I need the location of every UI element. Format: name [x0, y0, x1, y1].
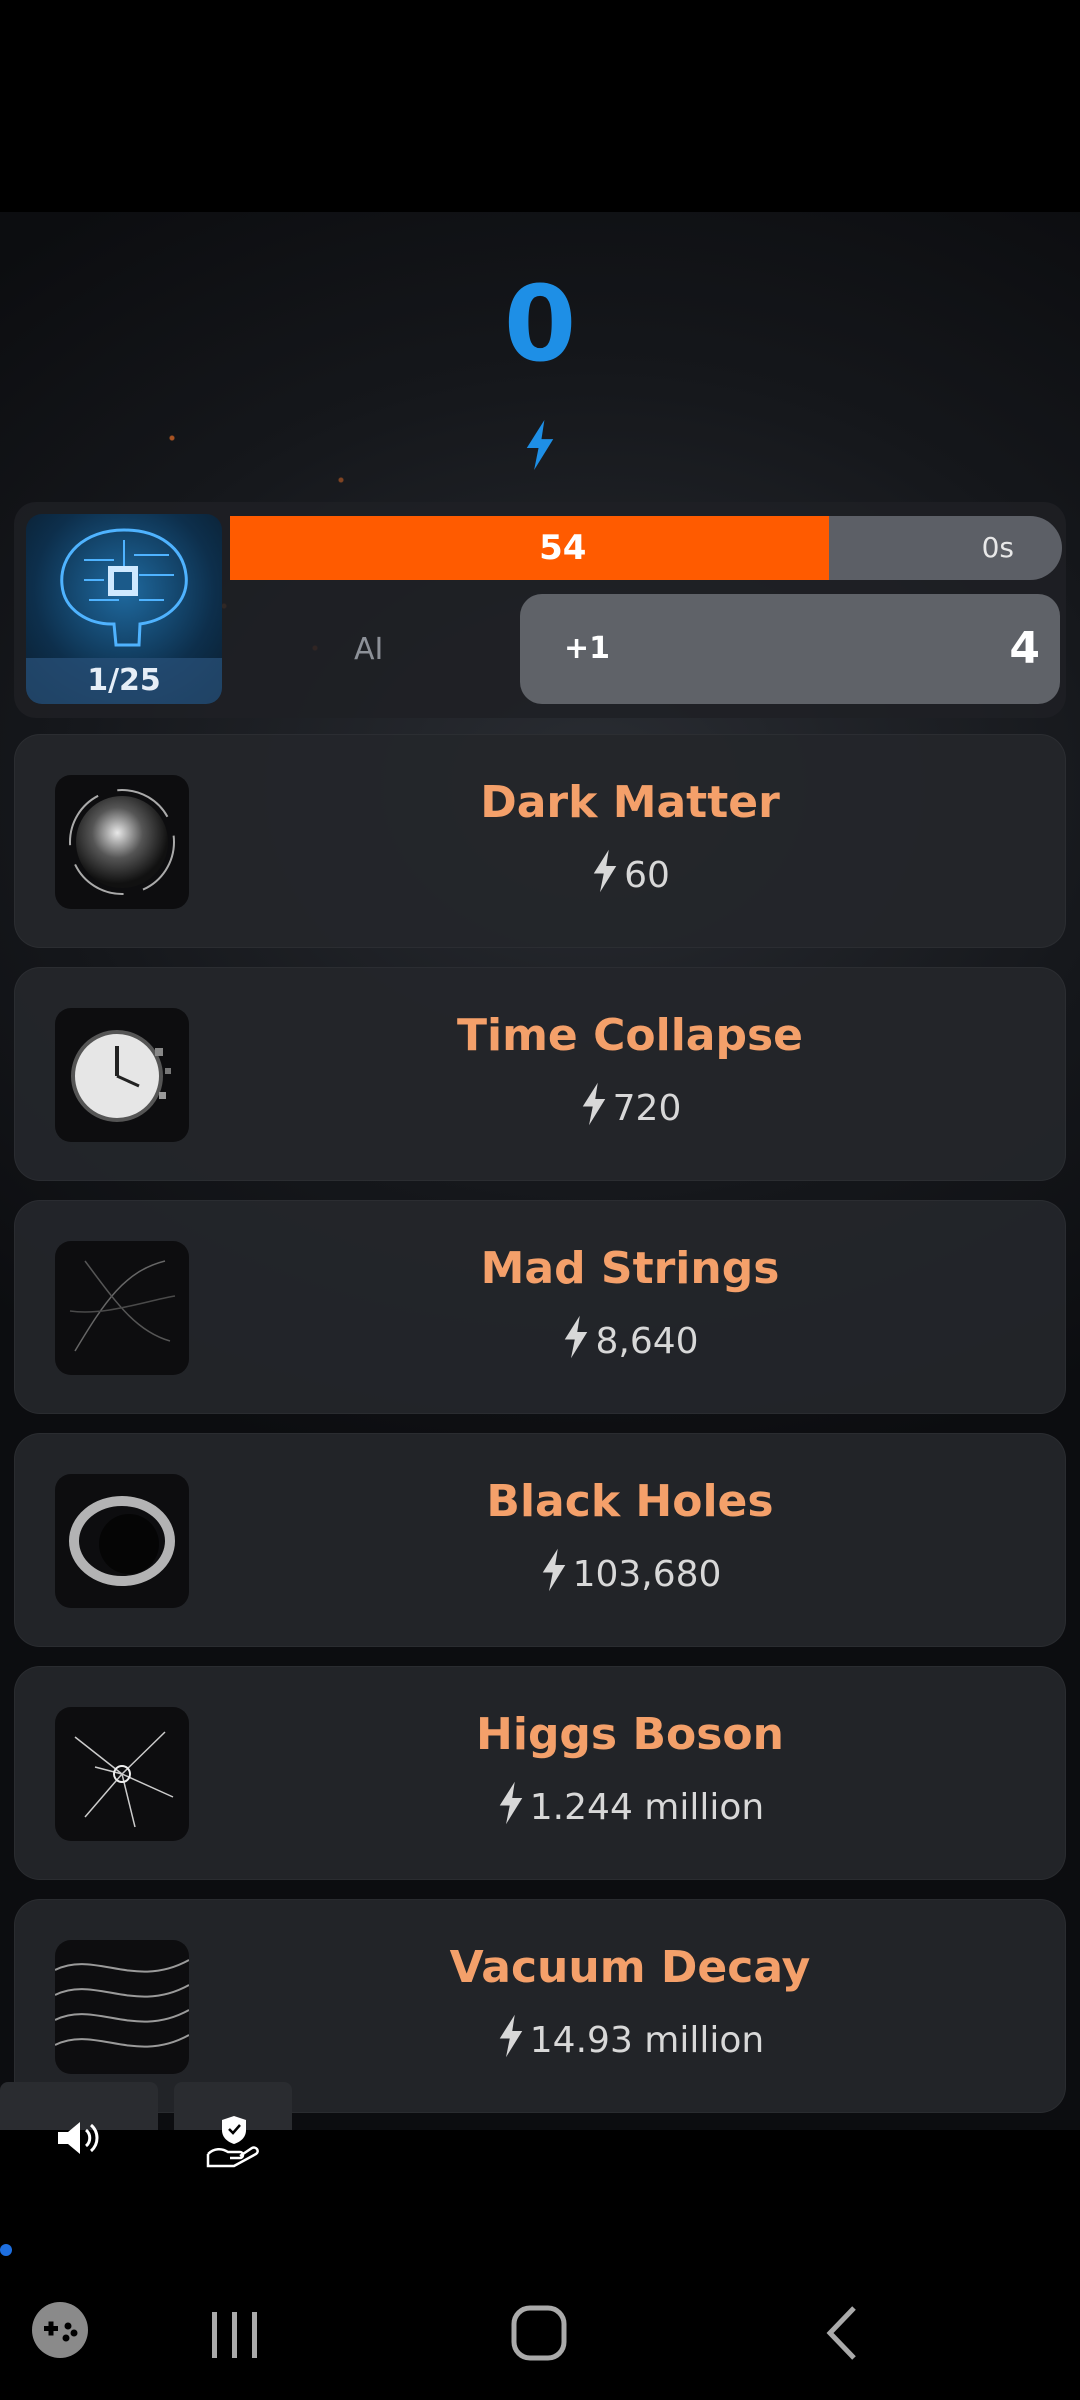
generator-card-black-holes[interactable]: Black Holes 103,680 — [14, 1433, 1066, 1647]
protection-hand-icon[interactable] — [204, 2114, 264, 2170]
generator-card-dark-matter[interactable]: Dark Matter 60 — [14, 734, 1066, 948]
generator-cost: 8,640 — [195, 1315, 1065, 1362]
ai-progress-value: 54 — [539, 528, 587, 568]
generator-cost: 1.244 million — [195, 1781, 1065, 1828]
black-hole-icon — [55, 1474, 189, 1608]
generator-card-time-collapse[interactable]: Time Collapse 720 — [14, 967, 1066, 1181]
upgrade-increment: +1 — [564, 631, 611, 666]
generator-cost: 60 — [195, 849, 1065, 896]
particle-collision-icon — [55, 1707, 189, 1841]
ai-label: AI — [354, 632, 384, 667]
bolt-icon — [499, 1781, 523, 1825]
ai-level-label: 1/25 — [26, 658, 222, 704]
generator-card-mad-strings[interactable]: Mad Strings 8,640 — [14, 1200, 1066, 1414]
generator-cost-value: 103,680 — [572, 1554, 722, 1595]
upgrade-count: 4 — [1009, 623, 1040, 674]
ai-progress-timer: 0s — [981, 531, 1014, 564]
strings-icon — [55, 1241, 189, 1375]
bolt-icon — [582, 1082, 605, 1126]
generator-cost-value: 60 — [624, 855, 670, 896]
bolt-icon — [499, 2014, 523, 2058]
ai-panel: 1/25 AI 54 0s +1 4 — [14, 502, 1066, 718]
generator-cost: 103,680 — [195, 1548, 1065, 1595]
ai-upgrade-button[interactable]: +1 4 — [520, 594, 1060, 704]
generator-cost-value: 14.93 million — [529, 2020, 765, 2061]
generator-name: Higgs Boson — [476, 1709, 784, 1760]
shattered-clock-icon — [55, 1008, 189, 1142]
back-icon[interactable] — [822, 2304, 862, 2362]
bolt-icon — [542, 1548, 565, 1592]
generator-card-vacuum-decay[interactable]: Vacuum Decay 14.93 million — [14, 1899, 1066, 2113]
bolt-icon — [593, 849, 617, 893]
generator-cost-value: 8,640 — [595, 1321, 699, 1362]
game-controller-icon[interactable] — [30, 2300, 90, 2360]
speaker-icon[interactable] — [56, 2118, 102, 2158]
generator-cost-value: 720 — [612, 1088, 682, 1129]
energy-score: 0 — [503, 263, 577, 385]
vacuum-waves-icon — [55, 1940, 189, 2074]
bolt-icon — [565, 1315, 588, 1359]
generator-name: Mad Strings — [480, 1243, 780, 1294]
ai-progress-bar: 54 0s — [230, 516, 1062, 580]
generator-name: Time Collapse — [456, 1010, 803, 1061]
generator-name: Vacuum Decay — [449, 1942, 811, 1993]
ai-brain-avatar[interactable]: 1/25 — [26, 514, 222, 704]
generator-cost: 720 — [195, 1082, 1065, 1129]
home-icon[interactable] — [510, 2304, 568, 2362]
recents-icon[interactable] — [208, 2310, 262, 2360]
generator-name: Black Holes — [486, 1476, 774, 1527]
game-screen: 0 1/25 AI 54 0s +1 4 Dark Matter 60 Time… — [0, 212, 1080, 2130]
generator-card-higgs-boson[interactable]: Higgs Boson 1.244 million — [14, 1666, 1066, 1880]
circuit-brain-icon — [60, 528, 188, 647]
indicator-dot — [0, 2244, 12, 2256]
generator-cost-value: 1.244 million — [529, 1787, 765, 1828]
energy-bolt-icon — [526, 420, 554, 470]
generator-cost: 14.93 million — [195, 2014, 1065, 2061]
generator-name: Dark Matter — [480, 777, 780, 828]
dark-matter-sphere-icon — [55, 775, 189, 909]
